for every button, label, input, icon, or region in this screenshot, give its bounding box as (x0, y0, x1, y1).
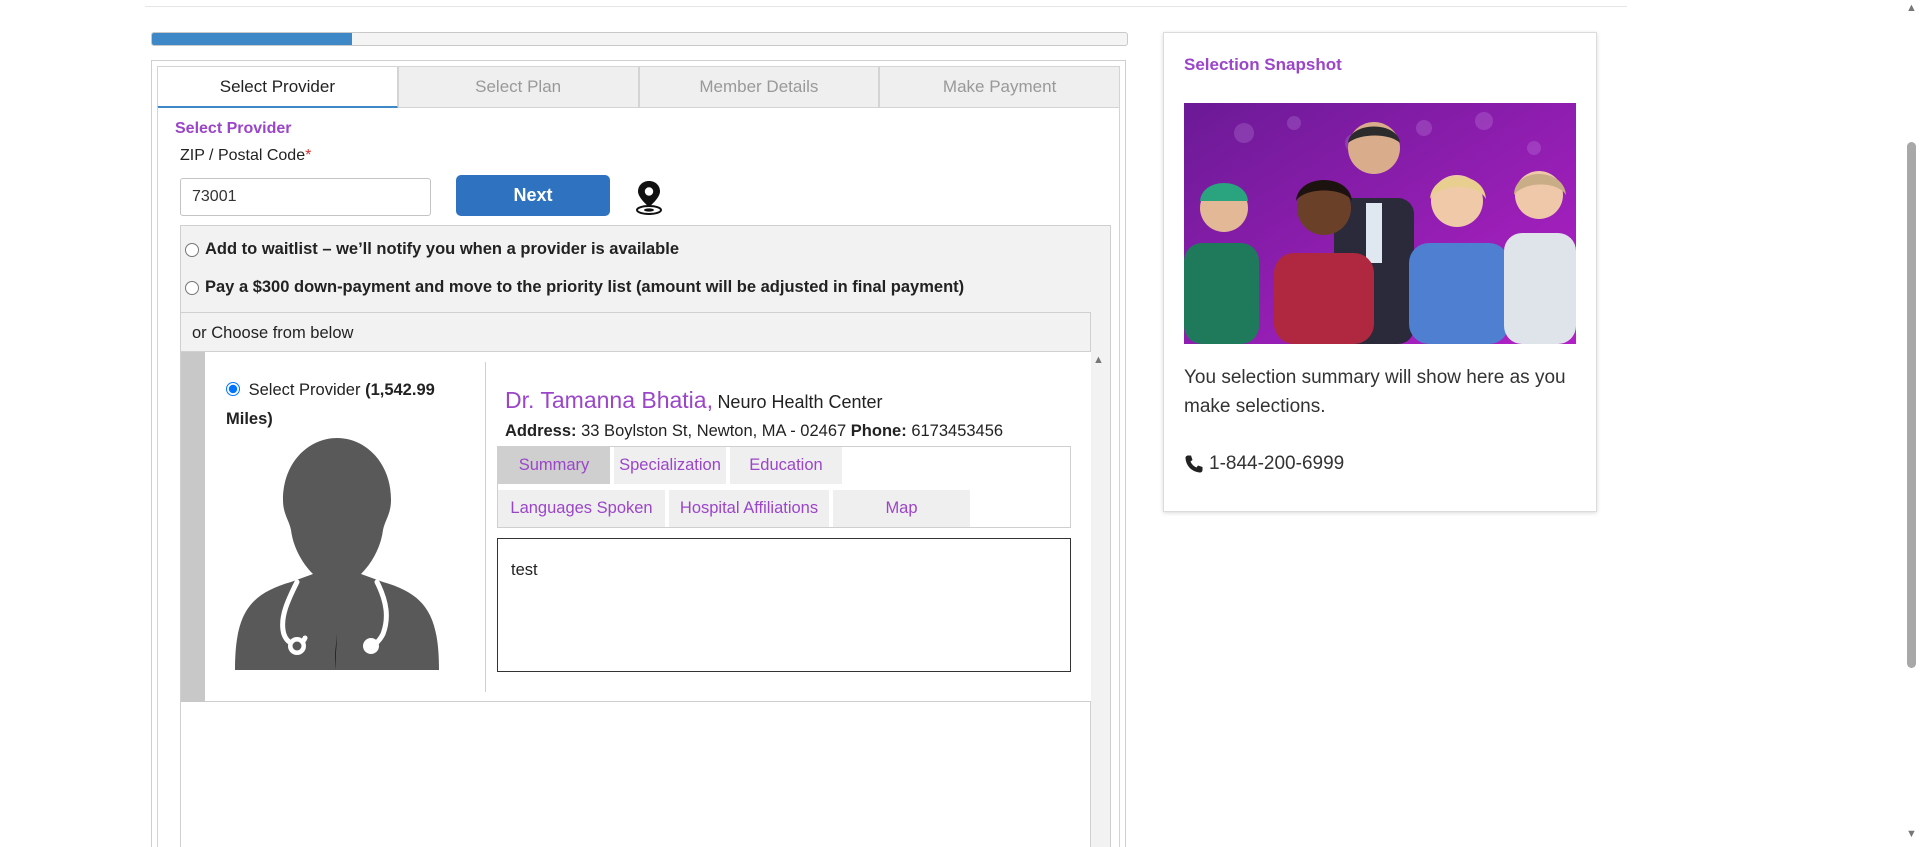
list-scroll-up-icon[interactable]: ▲ (1093, 354, 1104, 366)
provider-select[interactable]: Select Provider (1,542.99 Miles) (226, 376, 456, 434)
card-divider (485, 362, 486, 692)
snapshot-title: Selection Snapshot (1184, 55, 1342, 74)
phone-value: 6173453456 (911, 422, 1004, 440)
doctor-header: Dr. Tamanna Bhatia, Neuro Health Center (505, 387, 883, 414)
section-title: Select Provider (175, 120, 292, 137)
address-label: Address: (505, 422, 577, 440)
page-scrollbar[interactable]: ▲ ▼ (1903, 0, 1920, 847)
zip-label: ZIP / Postal Code* (180, 147, 311, 165)
tab-education[interactable]: Education (730, 447, 842, 484)
provider-options: Add to waitlist – we’ll notify you when … (180, 225, 1111, 847)
provider-info-tabs: Summary Specialization Education Languag… (497, 446, 1071, 528)
zip-input[interactable] (180, 178, 431, 216)
select-provider-pane: Select Provider ZIP / Postal Code* Next … (157, 107, 1120, 847)
scroll-up-arrow-icon[interactable]: ▲ (1906, 2, 1917, 14)
wizard-progress-fill (152, 33, 352, 45)
tab-summary[interactable]: Summary (498, 447, 610, 484)
doctor-name[interactable]: Dr. Tamanna Bhatia, (505, 387, 713, 413)
priority-label: Pay a $300 down-payment and move to the … (205, 278, 965, 296)
center-name: Neuro Health Center (717, 392, 883, 412)
summary-content: test (497, 538, 1071, 672)
address-value: 33 Boylston St, Newton, MA - 02467 (581, 422, 847, 440)
wizard-tabs: Select Provider Select Plan Member Detai… (157, 66, 1120, 108)
zip-label-text: ZIP / Postal Code (180, 147, 306, 164)
tab-make-payment[interactable]: Make Payment (879, 66, 1120, 108)
scroll-thumb[interactable] (1907, 142, 1916, 668)
doctor-address: Address: 33 Boylston St, Newton, MA - 02… (505, 422, 1003, 441)
scroll-down-arrow-icon[interactable]: ▼ (1906, 828, 1917, 840)
tab-hospital-affiliations[interactable]: Hospital Affiliations (669, 490, 829, 527)
provider-select-label: Select Provider (248, 381, 361, 399)
waitlist-radio[interactable] (185, 242, 199, 257)
map-pin-icon[interactable] (632, 179, 666, 217)
doctor-silhouette-icon (235, 438, 439, 670)
priority-radio[interactable] (185, 280, 199, 295)
card-strip (181, 352, 205, 702)
snapshot-summary-text: You selection summary will show here as … (1184, 367, 1566, 417)
next-button[interactable]: Next (456, 175, 610, 216)
waitlist-option[interactable]: Add to waitlist – we’ll notify you when … (185, 240, 679, 259)
top-divider (145, 6, 1627, 7)
choose-from-below-header: or Choose from below (181, 312, 1091, 352)
phone-label: Phone: (850, 422, 907, 440)
required-mark: * (305, 147, 312, 164)
provider-card: Select Provider (1,542.99 Miles) Dr. Tam… (181, 352, 1091, 702)
phone-icon (1185, 455, 1203, 473)
support-phone[interactable]: 1-844-200-6999 (1184, 453, 1344, 475)
priority-option[interactable]: Pay a $300 down-payment and move to the … (185, 278, 964, 297)
provider-radio[interactable] (226, 382, 240, 396)
selection-snapshot-panel: Selection Snapshot You selection summary… (1163, 32, 1597, 512)
healthcare-team-photo (1184, 103, 1576, 344)
tab-select-provider[interactable]: Select Provider (157, 66, 398, 108)
wizard-progress-bar (151, 32, 1128, 46)
tab-map[interactable]: Map (833, 490, 970, 527)
phone-number: 1-844-200-6999 (1209, 453, 1345, 474)
wizard-panel: Select Provider Select Plan Member Detai… (151, 60, 1126, 847)
provider-list: Select Provider (1,542.99 Miles) Dr. Tam… (181, 352, 1091, 847)
tab-languages-spoken[interactable]: Languages Spoken (498, 490, 665, 527)
tab-member-details[interactable]: Member Details (638, 66, 880, 108)
waitlist-label: Add to waitlist – we’ll notify you when … (205, 240, 680, 258)
tab-select-plan[interactable]: Select Plan (397, 66, 639, 108)
tab-specialization[interactable]: Specialization (614, 447, 726, 484)
